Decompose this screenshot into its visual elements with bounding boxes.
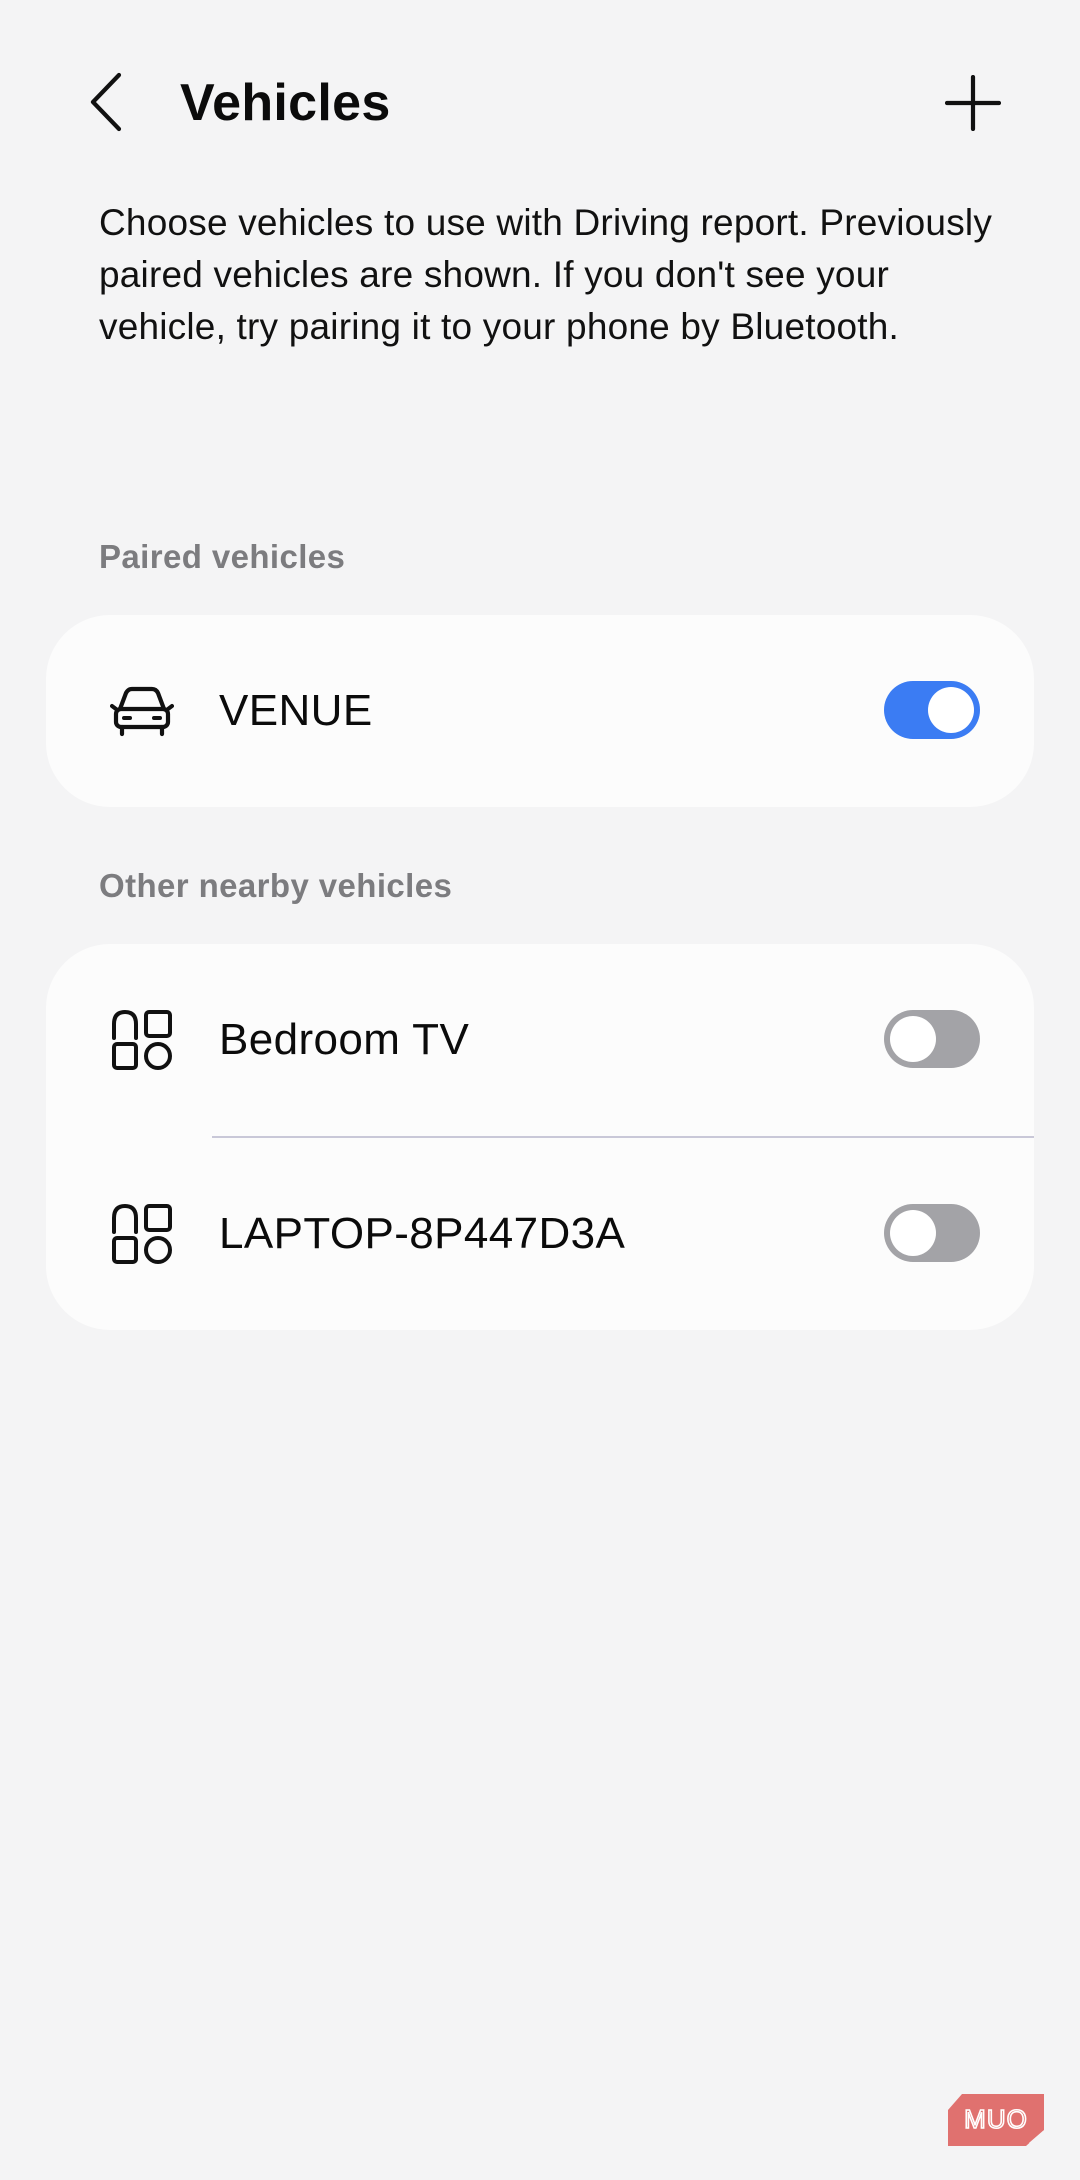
toggle-switch-laptop[interactable]: [884, 1204, 980, 1262]
vehicle-row-bedroom-tv[interactable]: Bedroom TV: [46, 944, 1034, 1136]
svg-text:MUO: MUO: [964, 2104, 1028, 2134]
vehicle-row-venue[interactable]: VENUE: [46, 615, 1034, 807]
add-vehicle-button[interactable]: [935, 65, 1011, 141]
vehicle-label: Bedroom TV: [219, 1015, 470, 1064]
toggle-knob: [890, 1016, 936, 1062]
chevron-left-icon: [90, 72, 122, 132]
vehicle-label: LAPTOP-8P447D3A: [219, 1209, 626, 1258]
toggle-switch-bedroom-tv[interactable]: [884, 1010, 980, 1068]
row-divider: [212, 1136, 1034, 1138]
plus-icon: [945, 75, 1001, 131]
vehicle-row-laptop[interactable]: LAPTOP-8P447D3A: [46, 1136, 1034, 1328]
vehicle-label: VENUE: [219, 686, 373, 735]
section-label-paired: Paired vehicles: [99, 538, 346, 575]
toggle-knob: [928, 687, 974, 733]
app-header: Vehicles: [0, 0, 1080, 205]
devices-icon: [112, 1009, 172, 1070]
toggle-switch-venue[interactable]: [884, 681, 980, 739]
car-icon: [110, 686, 174, 737]
page-description: Choose vehicles to use with Driving repo…: [99, 202, 993, 347]
muo-watermark-logo: MUO: [948, 2094, 1045, 2146]
devices-icon: [112, 1203, 172, 1264]
paired-vehicles-card: VENUE: [46, 615, 1034, 807]
back-button[interactable]: [72, 62, 142, 142]
nearby-vehicles-card: Bedroom TV LAPTOP-8P447D3A: [46, 944, 1034, 1330]
section-label-nearby: Other nearby vehicles: [99, 867, 453, 904]
page-title: Vehicles: [180, 74, 391, 132]
toggle-knob: [890, 1210, 936, 1256]
